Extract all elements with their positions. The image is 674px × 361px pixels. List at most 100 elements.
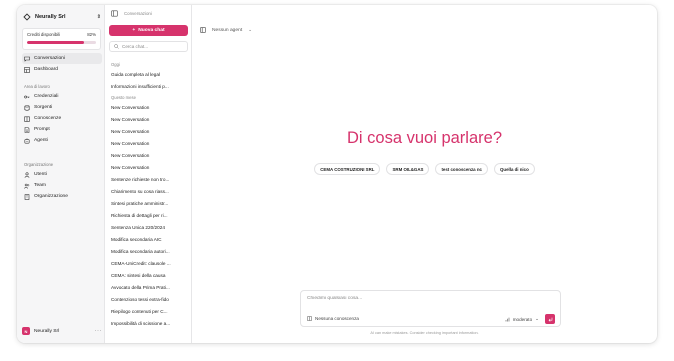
composer-actions: moderato ⌄	[505, 314, 555, 324]
sidebar-item-sorgenti[interactable]: Sorgenti	[22, 102, 102, 113]
page-title: Di cosa vuoi parlare?	[347, 129, 502, 147]
panel-icon	[200, 27, 206, 33]
conversation-item[interactable]: Riepilogo contenuti per C...	[109, 305, 188, 317]
sidebar-item-label: Conversazioni	[34, 56, 65, 61]
sidebar-item-label: Prompt	[34, 127, 50, 132]
conversation-item[interactable]: New Conversation	[109, 161, 188, 173]
book-icon	[307, 316, 312, 321]
conversation-item[interactable]: Guida completa al legal	[109, 68, 188, 80]
conversation-item[interactable]: Informazioni insufficienti p...	[109, 80, 188, 92]
sidebar-item-label: Conoscenze	[34, 116, 62, 121]
conversation-item[interactable]: CEMA: sintesi della causa	[109, 269, 188, 281]
avatar: N	[22, 327, 30, 335]
section-title-organization: Organizzazione	[24, 162, 54, 167]
conversation-item[interactable]: Chiarimento su cosa riass...	[109, 185, 188, 197]
conversation-item[interactable]: Richiesta di dettagli per ri...	[109, 209, 188, 221]
dashboard-icon	[24, 66, 30, 73]
database-icon	[24, 104, 30, 111]
send-button[interactable]	[545, 314, 555, 324]
disclaimer-text: AI can make mistakes. Consider checking …	[370, 331, 479, 335]
org-name: Neurally Srl	[35, 14, 66, 20]
section-title-workspace: Area di lavoro	[24, 84, 50, 89]
conversation-item[interactable]: Avvocato della Prima Prati...	[109, 281, 188, 293]
new-chat-label: Nuova chat	[138, 28, 165, 33]
nav-organization: Organizzazione Utenti Team Organizzazion…	[22, 159, 102, 202]
conversation-item[interactable]: Sentenze richieste non tro...	[109, 173, 188, 185]
sidebar-item-utenti[interactable]: Utenti	[22, 169, 102, 180]
conversations-panel: Conversazioni + Nuova chat OggiGuida com…	[105, 5, 192, 343]
key-icon	[24, 95, 30, 98]
agent-selector[interactable]: Nessun agent ⌄	[200, 25, 252, 35]
sidebar-item-conversazioni[interactable]: Conversazioni	[22, 53, 102, 64]
sidebar-item-team[interactable]: Team	[22, 180, 102, 191]
chevron-down-icon: ⌄	[535, 316, 539, 321]
conversation-item[interactable]: New Conversation	[109, 149, 188, 161]
knowledge-selector[interactable]: Nessuna conoscenza	[307, 316, 359, 321]
suggestion-chips: CEMA COSTRUZIONI SRL SRM OIL&GAS test co…	[192, 163, 657, 175]
user-icon	[24, 171, 30, 178]
search-input[interactable]	[122, 44, 182, 49]
conversation-item[interactable]: Modifica secondaria AIC	[109, 233, 188, 245]
document-icon	[24, 126, 30, 133]
book-icon	[24, 116, 30, 122]
mode-label: moderato	[512, 316, 533, 322]
credits-progress-fill	[27, 41, 84, 44]
suggestion-chip[interactable]: SRM OIL&GAS	[386, 163, 430, 175]
suggestion-chip[interactable]: Quella di nico	[493, 163, 535, 175]
sidebar-item-label: Agenti	[34, 138, 48, 143]
sidebar-item-label: Credenziali	[34, 94, 59, 99]
knowledge-label: Nessuna conoscenza	[315, 316, 359, 321]
conversation-item[interactable]: Impossibilità di scissione a...	[109, 317, 188, 329]
org-switcher[interactable]: Neurally Srl ⇕	[23, 11, 101, 23]
user-menu[interactable]: N Neurally Srl ···	[22, 325, 102, 337]
credits-progress-bar	[27, 41, 96, 44]
breadcrumb: Conversazioni	[111, 8, 152, 18]
nav-top: Conversazioni Dashboard	[22, 53, 102, 75]
message-input[interactable]	[307, 296, 547, 306]
sidebar-item-prompt[interactable]: Prompt	[22, 124, 102, 135]
new-chat-button[interactable]: + Nuova chat	[109, 25, 188, 36]
suggestion-chip[interactable]: CEMA COSTRUZIONI SRL	[314, 163, 381, 175]
bot-icon	[24, 137, 30, 143]
message-composer: Nessuna conoscenza moderato ⌄	[300, 290, 561, 327]
conversation-list: Oggi Guida completa al legal Informazioni …	[109, 59, 188, 329]
conversation-item[interactable]: New Conversation	[109, 113, 188, 125]
building-icon	[24, 193, 30, 200]
credits-label: Crediti disponibili	[27, 32, 61, 37]
plus-icon: +	[132, 28, 136, 33]
org-logo-icon	[23, 13, 31, 21]
chevron-down-icon: ⌄	[248, 27, 252, 32]
app-window: Neurally Srl ⇕ Crediti disponibili 82% C…	[17, 5, 657, 343]
team-icon	[24, 183, 30, 189]
credits-card: Crediti disponibili 82%	[22, 28, 101, 50]
search-box	[109, 41, 188, 52]
conversation-item[interactable]: Modifica secondaria autori...	[109, 245, 188, 257]
sidebar-item-label: Sorgenti	[34, 105, 53, 110]
conversation-item[interactable]: New Conversation	[109, 125, 188, 137]
conversation-item[interactable]: CEMA-UniCredit: clausole ...	[109, 257, 188, 269]
sidebar-item-credenziali[interactable]: Credenziali	[22, 91, 102, 102]
bars-icon	[505, 317, 510, 321]
conversation-group-title: Questo mese	[111, 95, 136, 100]
conversation-item[interactable]: Sentenza Unica 220/2024	[109, 221, 188, 233]
conversation-item[interactable]: Sintesi pratiche amministr...	[109, 197, 188, 209]
sidebar-item-label: Dashboard	[34, 67, 58, 72]
sidebar-item-conoscenze[interactable]: Conoscenze	[22, 113, 102, 124]
chat-icon	[24, 56, 30, 62]
sidebar-toggle-icon[interactable]	[111, 10, 118, 17]
suggestion-chip[interactable]: test conoscenza nc	[435, 163, 488, 175]
mode-selector[interactable]: moderato ⌄	[505, 316, 539, 322]
conversation-item[interactable]: Contenzioso tessi extra-fido	[109, 293, 188, 305]
sidebar-item-label: Utenti	[34, 172, 47, 177]
conversation-item[interactable]: New Conversation	[109, 101, 188, 113]
sidebar-item-organizzazione[interactable]: Organizzazione	[22, 191, 102, 202]
sidebar-item-dashboard[interactable]: Dashboard	[22, 64, 102, 75]
credits-percent: 82%	[87, 32, 96, 37]
chevron-updown-icon: ⇕	[96, 14, 101, 20]
more-icon[interactable]: ···	[95, 328, 103, 334]
sidebar-item-agenti[interactable]: Agenti	[22, 135, 102, 146]
user-name: Neurally Srl	[34, 328, 60, 334]
search-icon	[114, 44, 119, 49]
conversation-item[interactable]: New Conversation	[109, 137, 188, 149]
sidebar-item-label: Team	[34, 183, 46, 188]
